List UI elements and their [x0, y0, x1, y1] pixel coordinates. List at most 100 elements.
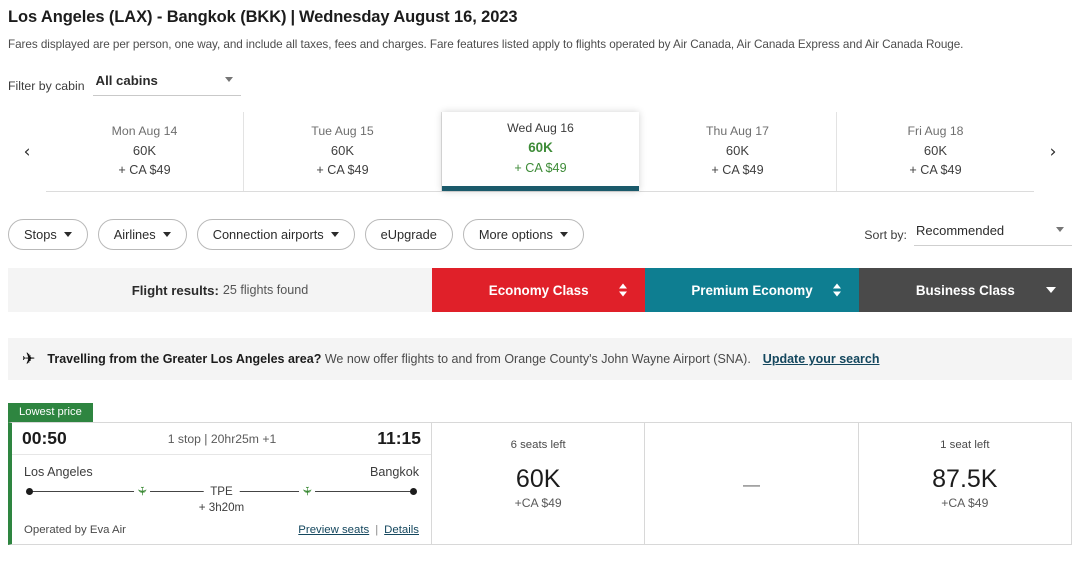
- date-cell-thu-aug-17[interactable]: Thu Aug 17 60K + CA $49: [639, 112, 837, 191]
- chevron-down-icon: [560, 232, 568, 237]
- caret-up-icon: [619, 284, 627, 289]
- sort-value: Recommended: [916, 223, 1004, 238]
- caret-down-icon: [619, 292, 627, 297]
- tab-economy-class[interactable]: Economy Class: [432, 268, 645, 312]
- fare-cell-premium-economy: —: [645, 422, 858, 545]
- chevron-down-icon: [225, 77, 233, 82]
- date-day-label: Mon Aug 14: [112, 122, 178, 141]
- tab-business-class-label: Business Class: [916, 283, 1015, 298]
- operated-by: Operated by Eva Air: [24, 524, 126, 536]
- filter-airlines-label: Airlines: [114, 227, 156, 242]
- itinerary-card[interactable]: 00:50 1 stop | 20hr25m +1 11:15 Los Ange…: [8, 422, 432, 545]
- prev-dates-button[interactable]: ‹: [8, 112, 46, 192]
- itinerary-times: 00:50 1 stop | 20hr25m +1 11:15: [12, 423, 431, 455]
- departure-time: 00:50: [22, 428, 67, 449]
- sort-select[interactable]: Recommended: [914, 222, 1072, 246]
- destination-city: Bangkok: [370, 465, 419, 479]
- flight-results-label: Flight results:: [132, 283, 219, 298]
- economy-cash: +CA $49: [515, 496, 562, 510]
- filter-stops-button[interactable]: Stops: [8, 219, 88, 250]
- flight-result-row: 00:50 1 stop | 20hr25m +1 11:15 Los Ange…: [8, 422, 1072, 545]
- itinerary-route: Los Angeles Bangkok ✈ TPE ✈ + 3h20m: [12, 455, 431, 518]
- caret-down-icon: [833, 292, 841, 297]
- date-day-label: Thu Aug 17: [706, 122, 769, 141]
- next-dates-button[interactable]: ›: [1034, 112, 1072, 192]
- filter-more-options-button[interactable]: More options: [463, 219, 584, 250]
- date-cash: + CA $49: [316, 161, 368, 181]
- route-line-graphic: ✈ TPE ✈: [26, 484, 417, 500]
- tab-premium-economy[interactable]: Premium Economy: [645, 268, 858, 312]
- filter-eupgrade-label: eUpgrade: [381, 227, 437, 242]
- filter-connection-airports-button[interactable]: Connection airports: [197, 219, 355, 250]
- city-row: Los Angeles Bangkok: [24, 465, 419, 479]
- update-your-search-link[interactable]: Update your search: [763, 352, 880, 366]
- filter-more-options-label: More options: [479, 227, 553, 242]
- date-points: 60K: [528, 138, 553, 159]
- travel-date: Wednesday August 16, 2023: [299, 8, 518, 26]
- cabin-select[interactable]: All cabins: [93, 72, 241, 96]
- page-title: Los Angeles (LAX) - Bangkok (BKK)|Wednes…: [8, 8, 1072, 27]
- notice-text: We now offer flights to and from Orange …: [325, 352, 751, 366]
- airplane-leg1-icon: ✈: [135, 484, 151, 498]
- cabin-class-header: Flight results: 25 flights found Economy…: [8, 268, 1072, 312]
- chevron-down-icon: [64, 232, 72, 237]
- tab-business-class[interactable]: Business Class: [859, 268, 1072, 312]
- sort-control: Sort by: Recommended: [864, 222, 1072, 246]
- notice-headline: Travelling from the Greater Los Angeles …: [47, 352, 321, 366]
- date-day-label: Fri Aug 18: [907, 122, 963, 141]
- details-link[interactable]: Details: [384, 524, 419, 536]
- flight-result: Lowest price 00:50 1 stop | 20hr25m +1 1…: [8, 402, 1072, 545]
- airplane-leg2-icon: ✈: [299, 484, 315, 498]
- link-divider: |: [375, 524, 378, 536]
- date-cell-wed-aug-16[interactable]: Wed Aug 16 60K + CA $49: [442, 112, 639, 191]
- date-day-label: Tue Aug 15: [311, 122, 373, 141]
- fare-cell-business[interactable]: 1 seat left 87.5K +CA $49: [859, 422, 1072, 545]
- date-points: 60K: [331, 141, 354, 161]
- date-cash: + CA $49: [118, 161, 170, 181]
- business-points: 87.5K: [932, 467, 997, 492]
- date-points: 60K: [726, 141, 749, 161]
- date-day-label: Wed Aug 16: [507, 119, 574, 138]
- date-cell-fri-aug-18[interactable]: Fri Aug 18 60K + CA $49: [837, 112, 1034, 191]
- cabin-filter-row: Filter by cabin All cabins: [0, 72, 1080, 96]
- business-seats-left: 1 seat left: [940, 439, 989, 451]
- route-text: Los Angeles (LAX) - Bangkok (BKK): [8, 8, 286, 26]
- sort-toggle-icon[interactable]: [619, 284, 627, 297]
- date-cash: + CA $49: [514, 159, 566, 179]
- arrival-time: 11:15: [377, 428, 421, 449]
- filter-stops-label: Stops: [24, 227, 57, 242]
- destination-dot-icon: [410, 488, 417, 495]
- filter-pill-row: Stops Airlines Connection airports eUpgr…: [8, 218, 1072, 250]
- filter-eupgrade-button[interactable]: eUpgrade: [365, 219, 453, 250]
- date-cell-tue-aug-15[interactable]: Tue Aug 15 60K + CA $49: [244, 112, 442, 191]
- origin-dot-icon: [26, 488, 33, 495]
- itinerary-footer: Operated by Eva Air Preview seats | Deta…: [12, 518, 431, 544]
- filter-airlines-button[interactable]: Airlines: [98, 219, 187, 250]
- date-cells: Mon Aug 14 60K + CA $49 Tue Aug 15 60K +…: [46, 112, 1034, 192]
- origin-city: Los Angeles: [24, 465, 93, 479]
- chevron-down-icon[interactable]: [1046, 287, 1056, 293]
- cabin-select-value: All cabins: [96, 73, 158, 88]
- caret-up-icon: [833, 284, 841, 289]
- flight-results-summary: Flight results: 25 flights found: [8, 268, 432, 312]
- itinerary-links: Preview seats | Details: [298, 524, 419, 536]
- premium-economy-unavailable: —: [743, 476, 760, 507]
- page-header: Los Angeles (LAX) - Bangkok (BKK)|Wednes…: [0, 0, 1080, 51]
- date-points: 60K: [133, 141, 156, 161]
- date-selector-strip: ‹ Mon Aug 14 60K + CA $49 Tue Aug 15 60K…: [8, 112, 1072, 192]
- fare-disclaimer: Fares displayed are per person, one way,…: [8, 38, 1072, 51]
- date-cash: + CA $49: [909, 161, 961, 181]
- flight-results-count: 25 flights found: [223, 283, 308, 297]
- sort-label: Sort by:: [864, 228, 907, 246]
- sort-toggle-icon[interactable]: [833, 284, 841, 297]
- chevron-down-icon: [1056, 227, 1064, 232]
- business-cash: +CA $49: [941, 496, 988, 510]
- title-separator: |: [286, 8, 299, 26]
- lowest-price-badge: Lowest price: [8, 403, 93, 422]
- fare-cell-economy[interactable]: 6 seats left 60K +CA $49: [432, 422, 645, 545]
- flight-summary: 1 stop | 20hr25m +1: [67, 432, 377, 446]
- date-cell-mon-aug-14[interactable]: Mon Aug 14 60K + CA $49: [46, 112, 244, 191]
- tab-economy-label: Economy Class: [489, 283, 589, 298]
- preview-seats-link[interactable]: Preview seats: [298, 524, 369, 536]
- date-points: 60K: [924, 141, 947, 161]
